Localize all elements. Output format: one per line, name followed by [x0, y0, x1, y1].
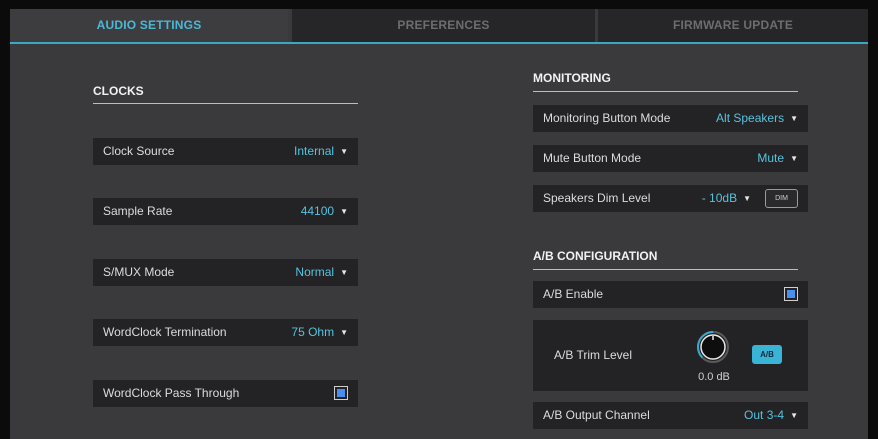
monitoring-button-mode-row: Monitoring Button Mode Alt Speakers ▼ [533, 105, 808, 132]
ab-configuration-section-title: A/B CONFIGURATION [533, 249, 658, 263]
ab-output-channel-dropdown[interactable]: Out 3-4 ▼ [744, 402, 798, 430]
caret-down-icon: ▼ [340, 147, 348, 156]
ab-configuration-section-divider [533, 269, 798, 270]
ab-trim-level-value: 0.0 dB [698, 371, 730, 383]
monitoring-button-mode-dropdown[interactable]: Alt Speakers ▼ [716, 105, 798, 133]
clocks-section-divider [93, 103, 358, 104]
wordclock-pass-through-checkbox[interactable] [334, 386, 348, 400]
wordclock-pass-through-label: WordClock Pass Through [103, 386, 240, 400]
wordclock-termination-dropdown[interactable]: 75 Ohm ▼ [291, 319, 348, 347]
clocks-section-title: CLOCKS [93, 84, 144, 98]
sample-rate-dropdown[interactable]: 44100 ▼ [301, 198, 348, 226]
settings-window: AUDIO SETTINGS PREFERENCES FIRMWARE UPDA… [10, 9, 868, 439]
speakers-dim-level-dropdown[interactable]: - 10dB ▼ [702, 185, 751, 213]
checkbox-checked-icon [787, 290, 795, 298]
tab-firmware-update[interactable]: FIRMWARE UPDATE [598, 9, 868, 42]
clock-source-label: Clock Source [103, 144, 175, 158]
ab-output-channel-label: A/B Output Channel [543, 408, 650, 422]
sample-rate-row: Sample Rate 44100 ▼ [93, 198, 358, 225]
monitoring-button-mode-label: Monitoring Button Mode [543, 111, 671, 125]
caret-down-icon: ▼ [790, 154, 798, 163]
checkbox-checked-icon [337, 389, 345, 397]
ab-output-channel-row: A/B Output Channel Out 3-4 ▼ [533, 402, 808, 429]
speakers-dim-level-label: Speakers Dim Level [543, 191, 651, 205]
smux-mode-row: S/MUX Mode Normal ▼ [93, 259, 358, 286]
wordclock-termination-row: WordClock Termination 75 Ohm ▼ [93, 319, 358, 346]
caret-down-icon: ▼ [743, 194, 751, 203]
monitoring-section-divider [533, 91, 798, 92]
mute-button-mode-label: Mute Button Mode [543, 151, 642, 165]
clock-source-row: Clock Source Internal ▼ [93, 138, 358, 165]
tab-bar: AUDIO SETTINGS PREFERENCES FIRMWARE UPDA… [10, 9, 868, 44]
clock-source-dropdown[interactable]: Internal ▼ [294, 138, 348, 166]
caret-down-icon: ▼ [340, 268, 348, 277]
active-tab-underline [10, 42, 868, 44]
mute-button-mode-row: Mute Button Mode Mute ▼ [533, 145, 808, 172]
caret-down-icon: ▼ [790, 114, 798, 123]
ab-enable-label: A/B Enable [543, 287, 604, 301]
monitoring-section-title: MONITORING [533, 71, 611, 85]
ab-trim-level-panel: A/B Trim Level 0.0 dB A/B [533, 320, 808, 391]
mute-button-mode-dropdown[interactable]: Mute ▼ [757, 145, 798, 173]
sample-rate-label: Sample Rate [103, 204, 173, 218]
tab-preferences[interactable]: PREFERENCES [292, 9, 595, 42]
wordclock-pass-through-row: WordClock Pass Through [93, 380, 358, 407]
ab-enable-row: A/B Enable [533, 281, 808, 308]
dim-button[interactable]: DIM [765, 189, 798, 208]
tab-audio-settings[interactable]: AUDIO SETTINGS [10, 9, 288, 42]
smux-mode-label: S/MUX Mode [103, 265, 175, 279]
caret-down-icon: ▼ [340, 328, 348, 337]
ab-toggle-button[interactable]: A/B [752, 345, 782, 364]
speakers-dim-level-row: Speakers Dim Level - 10dB ▼ DIM [533, 185, 808, 212]
caret-down-icon: ▼ [790, 411, 798, 420]
ab-trim-level-label: A/B Trim Level [554, 348, 633, 362]
trim-knob-icon[interactable] [696, 330, 730, 364]
caret-down-icon: ▼ [340, 207, 348, 216]
wordclock-termination-label: WordClock Termination [103, 325, 227, 339]
smux-mode-dropdown[interactable]: Normal ▼ [295, 259, 348, 287]
ab-enable-checkbox[interactable] [784, 287, 798, 301]
